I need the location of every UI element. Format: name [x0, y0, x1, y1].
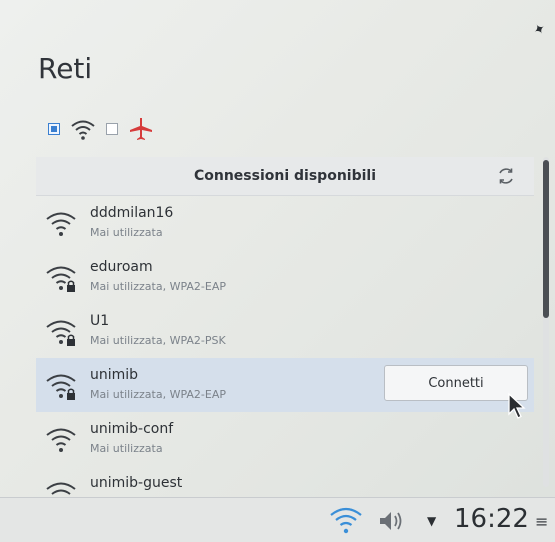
refresh-icon[interactable]	[496, 166, 516, 186]
network-name: dddmilan16	[90, 205, 174, 221]
airplane-checkbox[interactable]	[106, 123, 118, 135]
wifi-icon	[71, 120, 95, 140]
list-item[interactable]: dddmilan16 Mai utilizzata	[36, 196, 534, 250]
network-status: Mai utilizzata	[90, 442, 163, 455]
list-item[interactable]: eduroam Mai utilizzata, WPA2-EAP	[36, 250, 534, 304]
network-status: Mai utilizzata	[90, 226, 163, 239]
network-name: unimib-conf	[90, 421, 174, 437]
network-name: unimib-guest	[90, 475, 183, 491]
expand-tray-icon[interactable]: ▼	[427, 514, 436, 528]
volume-icon[interactable]	[377, 509, 407, 533]
networking-checkbox[interactable]	[48, 123, 60, 135]
network-status: Mai utilizzata, WPA2-EAP	[90, 388, 226, 401]
connections-header: Connessioni disponibili	[36, 157, 534, 196]
network-name: unimib	[90, 367, 139, 383]
wifi-icon	[46, 428, 76, 452]
wifi-lock-icon	[46, 320, 76, 346]
wifi-lock-icon	[46, 374, 76, 400]
airplane-icon	[130, 118, 152, 140]
list-item[interactable]: unimib-guest	[36, 466, 534, 496]
network-list: dddmilan16 Mai utilizzata eduroam Mai ut…	[36, 196, 534, 496]
system-tray: ▼ 16:22 ≡	[0, 498, 555, 542]
network-status: Mai utilizzata, WPA2-EAP	[90, 280, 226, 293]
toolbar	[48, 116, 154, 142]
list-item-selected[interactable]: unimib Mai utilizzata, WPA2-EAP Connetti	[36, 358, 534, 412]
panel-menu-icon[interactable]: ≡	[535, 512, 548, 531]
network-name: eduroam	[90, 259, 153, 275]
wifi-icon	[46, 482, 76, 495]
network-tray-icon[interactable]	[329, 503, 363, 537]
list-item[interactable]: U1 Mai utilizzata, WPA2-PSK	[36, 304, 534, 358]
network-name: U1	[90, 313, 110, 329]
clock[interactable]: 16:22	[454, 504, 529, 534]
header-title: Connessioni disponibili	[193, 168, 377, 184]
network-status: Mai utilizzata, WPA2-PSK	[90, 334, 226, 347]
wifi-icon	[46, 212, 76, 236]
list-item[interactable]: unimib-conf Mai utilizzata	[36, 412, 534, 466]
scrollbar-thumb[interactable]	[543, 160, 549, 318]
applet-title: Reti	[38, 52, 93, 85]
wifi-lock-icon	[46, 266, 76, 292]
pin-icon[interactable]: ✦	[531, 20, 549, 40]
mouse-cursor-icon	[508, 392, 526, 419]
